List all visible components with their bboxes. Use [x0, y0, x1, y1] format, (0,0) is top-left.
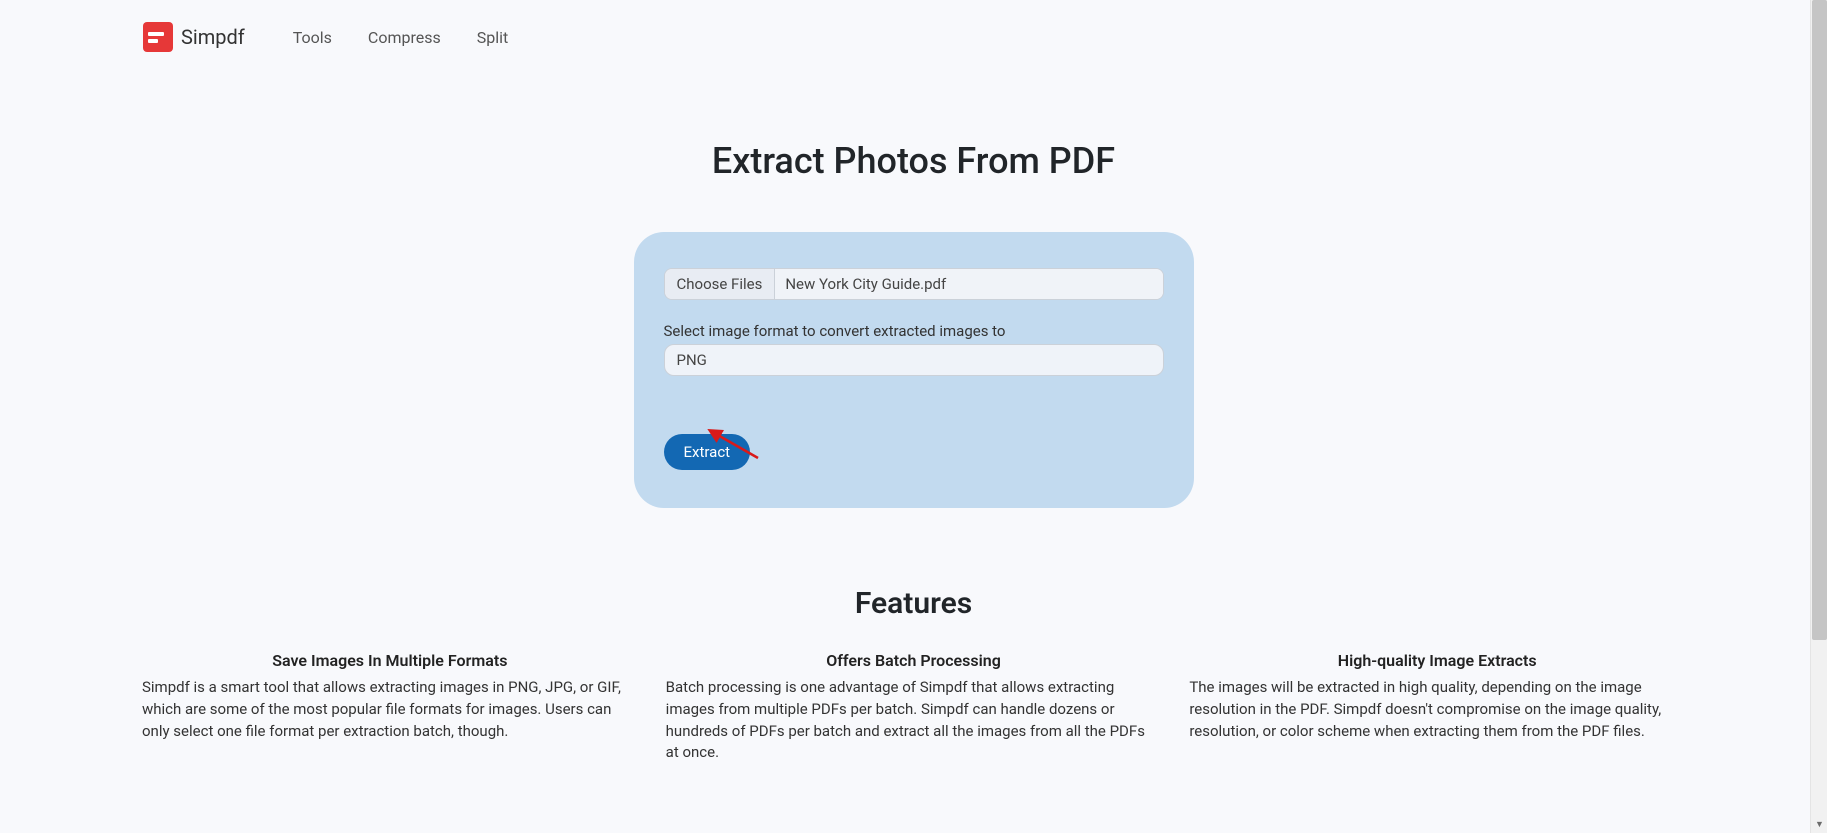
page-title: Extract Photos From PDF: [141, 140, 1686, 182]
feature-col: High-quality Image Extracts The images w…: [1189, 649, 1685, 764]
scroll-thumb[interactable]: [1812, 0, 1827, 640]
feature-heading: High-quality Image Extracts: [1189, 651, 1685, 670]
choose-files-button[interactable]: Choose Files: [665, 269, 776, 299]
brand-logo-group[interactable]: Simpdf: [143, 22, 245, 52]
format-select[interactable]: PNG: [664, 344, 1164, 376]
nav-compress[interactable]: Compress: [368, 28, 441, 47]
feature-desc: Batch processing is one advantage of Sim…: [666, 677, 1162, 764]
features-title: Features: [141, 586, 1686, 621]
feature-heading: Save Images In Multiple Formats: [142, 651, 638, 670]
selected-file-name: New York City Guide.pdf: [775, 269, 1162, 299]
feature-desc: Simpdf is a smart tool that allows extra…: [142, 677, 638, 742]
nav-tools[interactable]: Tools: [293, 28, 332, 47]
format-select-value: PNG: [677, 351, 707, 369]
feature-col: Offers Batch Processing Batch processing…: [666, 649, 1162, 764]
feature-desc: The images will be extracted in high qua…: [1189, 677, 1685, 742]
brand-name: Simpdf: [181, 25, 245, 49]
features-grid: Save Images In Multiple Formats Simpdf i…: [141, 649, 1686, 764]
scrollbar[interactable]: ▲ ▼: [1810, 0, 1827, 833]
feature-heading: Offers Batch Processing: [666, 651, 1162, 670]
brand-logo-icon: [143, 22, 173, 52]
extract-button[interactable]: Extract: [664, 434, 751, 470]
feature-col: Save Images In Multiple Formats Simpdf i…: [142, 649, 638, 764]
scroll-down-icon[interactable]: ▼: [1811, 816, 1827, 833]
nav-links: Tools Compress Split: [293, 28, 509, 47]
extract-form-card: Choose Files New York City Guide.pdf Sel…: [634, 232, 1194, 508]
navbar: Simpdf Tools Compress Split: [141, 0, 1686, 74]
file-chooser: Choose Files New York City Guide.pdf: [664, 268, 1164, 300]
format-select-label: Select image format to convert extracted…: [664, 322, 1164, 340]
nav-split[interactable]: Split: [477, 28, 509, 47]
